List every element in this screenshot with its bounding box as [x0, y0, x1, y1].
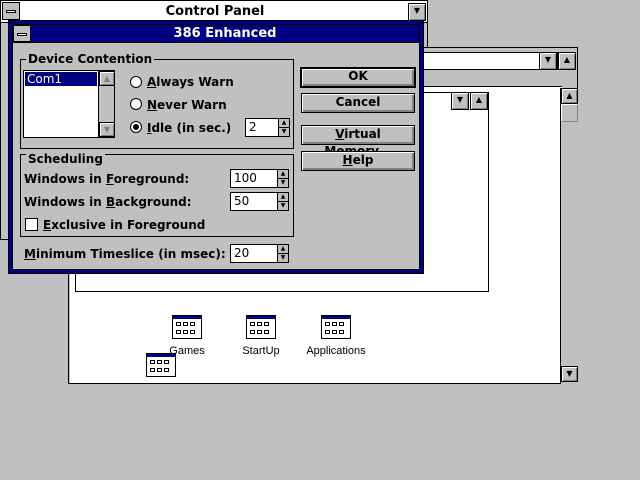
device-scroll-down-icon[interactable]: ▼	[99, 122, 115, 137]
device-scroll-up-icon[interactable]: ▲	[99, 71, 115, 86]
timeslice-field[interactable]: 20	[230, 244, 278, 263]
spin-down-icon[interactable]: ▼	[278, 254, 288, 263]
spin-up-icon[interactable]: ▲	[278, 245, 288, 254]
background-label: Windows in Background:	[24, 195, 192, 209]
exclusive-foreground-label[interactable]: Exclusive in Foreground	[43, 218, 205, 232]
control-panel-minimize-icon[interactable]: ▼	[408, 3, 426, 21]
control-panel-system-menu-icon[interactable]	[2, 2, 20, 20]
minimized-group-icon[interactable]	[146, 353, 176, 377]
ok-button[interactable]: OK	[300, 67, 416, 88]
dialog-title-bar[interactable]: 386 Enhanced	[13, 25, 419, 43]
exclusive-foreground-checkbox[interactable]	[25, 218, 38, 231]
enhanced-386-dialog: 386 Enhanced Device Contention Com1 ▲ ▼ …	[8, 20, 424, 274]
device-list-item-label: Com1	[27, 72, 63, 86]
always-warn-radio[interactable]	[130, 76, 142, 88]
scroll-up-icon[interactable]: ▲	[561, 88, 578, 104]
scheduling-label: Scheduling	[26, 152, 105, 166]
combo-dropdown-icon[interactable]: ▼	[539, 52, 557, 70]
spin-down-icon[interactable]: ▼	[278, 179, 288, 188]
always-warn-label[interactable]: Always Warn	[147, 75, 234, 89]
startup-group-icon[interactable]	[246, 315, 276, 339]
device-list-scrollbar[interactable]: ▲ ▼	[98, 71, 115, 137]
foreground-field[interactable]: 100	[230, 169, 278, 188]
cancel-button[interactable]: Cancel	[301, 93, 415, 113]
spin-down-icon[interactable]: ▼	[278, 202, 288, 211]
scroll-down-icon[interactable]: ▼	[561, 366, 578, 382]
device-list-item[interactable]: Com1	[25, 72, 97, 86]
spin-up-icon[interactable]: ▲	[279, 119, 289, 128]
help-button[interactable]: Help	[301, 151, 415, 171]
idle-label[interactable]: Idle (in sec.)	[147, 121, 231, 135]
virtual-memory-button[interactable]: Virtual Memory...	[301, 125, 415, 158]
timeslice-label: Minimum Timeslice (in msec):	[24, 247, 226, 261]
scroll-thumb[interactable]	[561, 104, 578, 122]
control-panel-title: Control Panel	[165, 4, 265, 19]
spin-up-icon[interactable]: ▲	[278, 193, 288, 202]
spin-down-icon[interactable]: ▼	[279, 128, 289, 137]
foreground-label: Windows in Foreground:	[24, 172, 190, 186]
dialog-title: 386 Enhanced	[173, 26, 277, 41]
applications-group-icon[interactable]	[321, 315, 351, 339]
startup-label: StartUp	[242, 345, 280, 357]
idle-radio[interactable]	[130, 121, 142, 133]
games-group-icon[interactable]	[172, 315, 202, 339]
maximize-icon[interactable]: ▲	[558, 52, 576, 70]
program-manager-combo[interactable]	[419, 52, 558, 70]
dialog-system-menu-icon[interactable]	[13, 25, 31, 42]
background-spinner[interactable]: ▲ ▼	[277, 192, 289, 211]
idle-seconds-field[interactable]: 2	[245, 118, 279, 137]
timeslice-spinner[interactable]: ▲ ▼	[277, 244, 289, 263]
device-contention-label: Device Contention	[26, 52, 155, 66]
inner-minimize-icon[interactable]: ▼	[451, 92, 469, 110]
idle-seconds-spinner[interactable]: ▲ ▼	[278, 118, 290, 137]
foreground-spinner[interactable]: ▲ ▼	[277, 169, 289, 188]
background-field[interactable]: 50	[230, 192, 278, 211]
vertical-scrollbar[interactable]: ▲ ▼	[560, 88, 578, 384]
never-warn-radio[interactable]	[130, 98, 142, 110]
device-listbox[interactable]: Com1 ▲ ▼	[23, 70, 115, 138]
inner-maximize-icon[interactable]: ▲	[470, 92, 488, 110]
never-warn-label[interactable]: Never Warn	[147, 98, 227, 112]
applications-label: Applications	[306, 345, 366, 357]
spin-up-icon[interactable]: ▲	[278, 170, 288, 179]
